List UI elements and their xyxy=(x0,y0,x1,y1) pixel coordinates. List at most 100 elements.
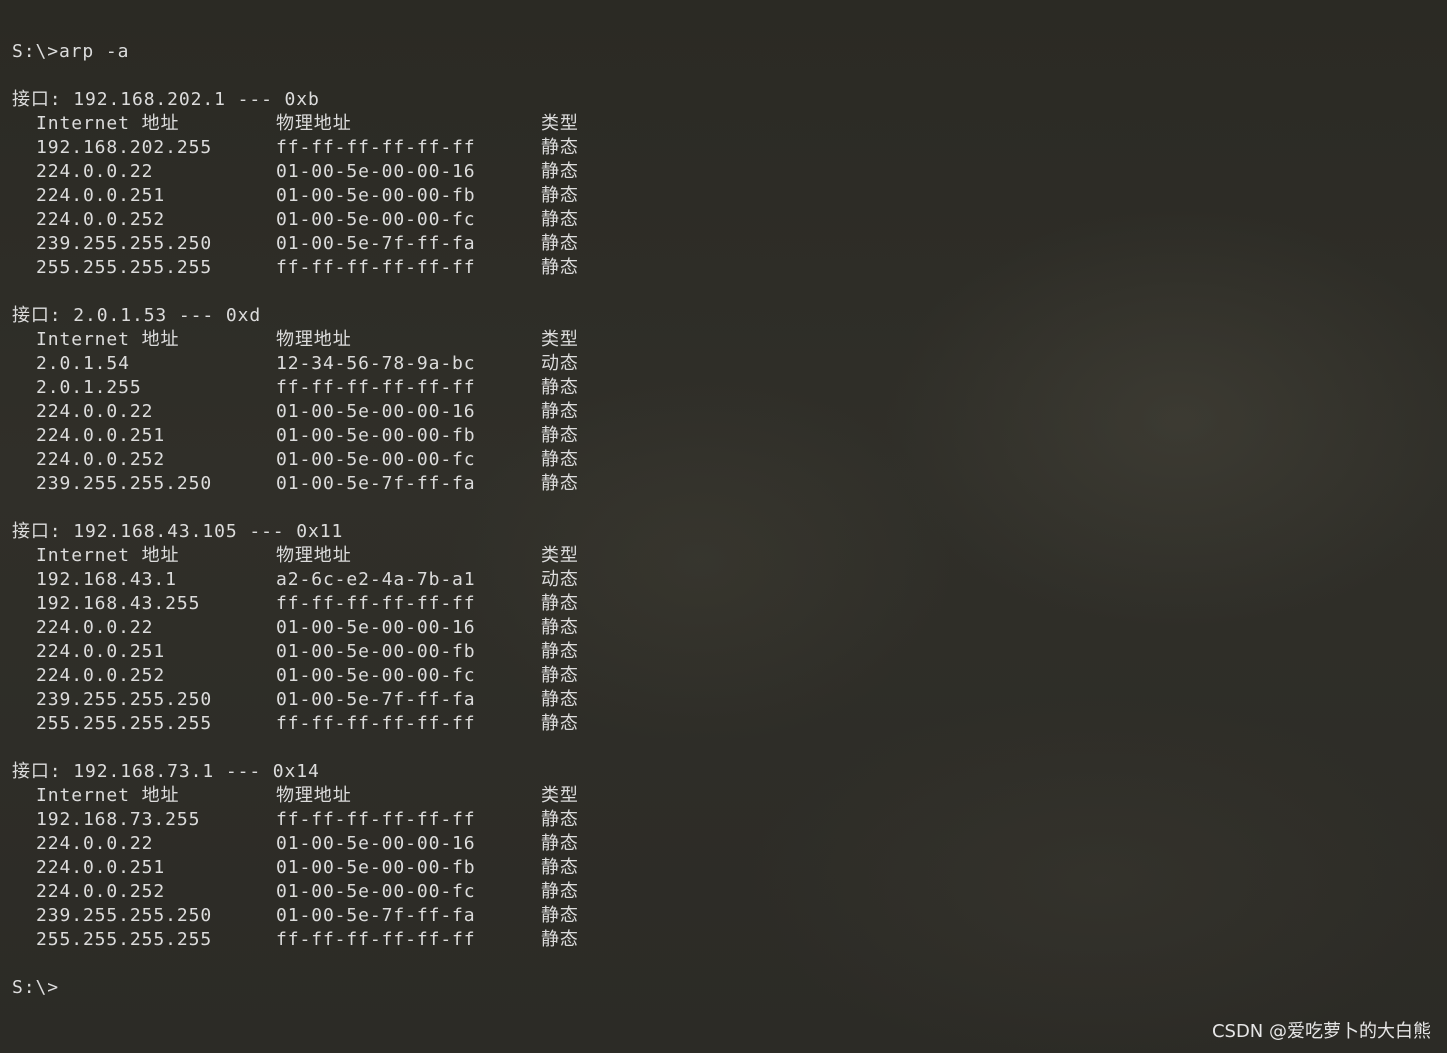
arp-entry-type: 静态 xyxy=(541,857,579,878)
arp-entry-ip: 192.168.43.255 xyxy=(36,593,201,614)
arp-entry-ip: 2.0.1.54 xyxy=(36,353,130,374)
arp-entry-ip: 224.0.0.251 xyxy=(36,185,166,206)
arp-entry-type: 静态 xyxy=(541,833,579,854)
arp-entry-row: 255.255.255.255 ff-ff-ff-ff-ff-ff 静态 xyxy=(12,256,1447,280)
arp-entry-row: 239.255.255.250 01-00-5e-7f-ff-fa 静态 xyxy=(12,232,1447,256)
arp-entry-ip: 239.255.255.250 xyxy=(36,233,213,254)
column-header-mac: 物理地址 xyxy=(276,329,352,350)
arp-entry-mac: 01-00-5e-7f-ff-fa xyxy=(276,473,476,494)
column-header-ip: Internet 地址 xyxy=(36,545,180,566)
column-header-ip: Internet 地址 xyxy=(36,785,180,806)
arp-entry-ip: 224.0.0.252 xyxy=(36,449,166,470)
arp-entry-mac: ff-ff-ff-ff-ff-ff xyxy=(276,929,476,950)
arp-entry-row: 239.255.255.250 01-00-5e-7f-ff-fa 静态 xyxy=(12,472,1447,496)
arp-entry-mac: 01-00-5e-00-00-fb xyxy=(276,185,476,206)
arp-entry-mac: ff-ff-ff-ff-ff-ff xyxy=(276,137,476,158)
interface-header: 接口: 192.168.202.1 --- 0xb xyxy=(12,89,320,110)
arp-entry-row: 239.255.255.250 01-00-5e-7f-ff-fa 静态 xyxy=(12,688,1447,712)
arp-entry-ip: 255.255.255.255 xyxy=(36,713,213,734)
arp-entry-mac: 01-00-5e-00-00-16 xyxy=(276,833,476,854)
interface-header: 接口: 192.168.73.1 --- 0x14 xyxy=(12,761,320,782)
arp-entry-ip: 224.0.0.252 xyxy=(36,209,166,230)
column-header-mac: 物理地址 xyxy=(276,113,352,134)
arp-entry-row: 2.0.1.54 12-34-56-78-9a-bc 动态 xyxy=(12,352,1447,376)
arp-entry-type: 静态 xyxy=(541,449,579,470)
command-prompt[interactable]: S:\> xyxy=(12,976,1447,1000)
arp-entry-mac: ff-ff-ff-ff-ff-ff xyxy=(276,257,476,278)
arp-entry-row: 224.0.0.22 01-00-5e-00-00-16 静态 xyxy=(12,400,1447,424)
column-header-row: Internet 地址 物理地址 类型 xyxy=(12,784,1447,808)
arp-entry-mac: ff-ff-ff-ff-ff-ff xyxy=(276,377,476,398)
arp-entry-type: 静态 xyxy=(541,473,579,494)
arp-entry-mac: 01-00-5e-00-00-fc xyxy=(276,665,476,686)
arp-entry-mac: 01-00-5e-00-00-16 xyxy=(276,617,476,638)
arp-entry-ip: 255.255.255.255 xyxy=(36,929,213,950)
arp-entry-type: 静态 xyxy=(541,593,579,614)
arp-entry-type: 静态 xyxy=(541,617,579,638)
arp-entry-type: 静态 xyxy=(541,641,579,662)
arp-interface-block: 接口: 192.168.43.105 --- 0x11 Internet 地址 物理… xyxy=(12,520,1447,760)
arp-entry-ip: 192.168.43.1 xyxy=(36,569,177,590)
arp-entry-ip: 224.0.0.252 xyxy=(36,665,166,686)
arp-entry-mac: a2-6c-e2-4a-7b-a1 xyxy=(276,569,476,590)
arp-interface-block: 接口: 192.168.73.1 --- 0x14 Internet 地址 物理地址… xyxy=(12,760,1447,976)
arp-entry-row: 224.0.0.252 01-00-5e-00-00-fc 静态 xyxy=(12,880,1447,904)
arp-entry-type: 静态 xyxy=(541,713,579,734)
arp-entry-ip: 224.0.0.251 xyxy=(36,425,166,446)
arp-entry-row: 255.255.255.255 ff-ff-ff-ff-ff-ff 静态 xyxy=(12,928,1447,952)
arp-entry-ip: 2.0.1.255 xyxy=(36,377,142,398)
arp-entry-row: 224.0.0.252 01-00-5e-00-00-fc 静态 xyxy=(12,448,1447,472)
arp-entry-type: 静态 xyxy=(541,665,579,686)
column-header-type: 类型 xyxy=(541,785,579,806)
arp-entry-row: 192.168.43.1 a2-6c-e2-4a-7b-a1 动态 xyxy=(12,568,1447,592)
arp-entry-row: 224.0.0.252 01-00-5e-00-00-fc 静态 xyxy=(12,664,1447,688)
arp-entry-type: 静态 xyxy=(541,881,579,902)
arp-entry-ip: 224.0.0.251 xyxy=(36,857,166,878)
arp-entry-row: 224.0.0.22 01-00-5e-00-00-16 静态 xyxy=(12,832,1447,856)
interface-header: 接口: 192.168.43.105 --- 0x11 xyxy=(12,521,344,542)
column-header-ip: Internet 地址 xyxy=(36,113,180,134)
arp-entry-type: 静态 xyxy=(541,137,579,158)
arp-entry-type: 动态 xyxy=(541,353,579,374)
column-header-row: Internet 地址 物理地址 类型 xyxy=(12,328,1447,352)
column-header-mac: 物理地址 xyxy=(276,545,352,566)
arp-interface-list: 接口: 192.168.202.1 --- 0xb Internet 地址 物理地址… xyxy=(12,88,1447,976)
terminal-output[interactable]: S:\>arp -a 接口: 192.168.202.1 --- 0xb Inte… xyxy=(12,40,1447,1000)
arp-entry-mac: 12-34-56-78-9a-bc xyxy=(276,353,476,374)
column-header-type: 类型 xyxy=(541,545,579,566)
arp-entry-row: 239.255.255.250 01-00-5e-7f-ff-fa 静态 xyxy=(12,904,1447,928)
arp-entry-row: 192.168.202.255 ff-ff-ff-ff-ff-ff 静态 xyxy=(12,136,1447,160)
arp-entry-type: 静态 xyxy=(541,425,579,446)
arp-entry-mac: ff-ff-ff-ff-ff-ff xyxy=(276,713,476,734)
arp-entry-ip: 192.168.73.255 xyxy=(36,809,201,830)
arp-entry-ip: 239.255.255.250 xyxy=(36,473,213,494)
arp-entry-mac: 01-00-5e-00-00-fb xyxy=(276,641,476,662)
arp-entry-type: 静态 xyxy=(541,209,579,230)
arp-entry-row: 224.0.0.22 01-00-5e-00-00-16 静态 xyxy=(12,160,1447,184)
arp-entry-mac: 01-00-5e-00-00-fb xyxy=(276,425,476,446)
arp-entry-mac: 01-00-5e-00-00-16 xyxy=(276,161,476,182)
arp-entry-row: 224.0.0.251 01-00-5e-00-00-fb 静态 xyxy=(12,856,1447,880)
arp-entry-type: 静态 xyxy=(541,377,579,398)
arp-entry-mac: 01-00-5e-7f-ff-fa xyxy=(276,233,476,254)
column-header-row: Internet 地址 物理地址 类型 xyxy=(12,544,1447,568)
arp-entry-row: 224.0.0.22 01-00-5e-00-00-16 静态 xyxy=(12,616,1447,640)
column-header-mac: 物理地址 xyxy=(276,785,352,806)
arp-entry-type: 静态 xyxy=(541,689,579,710)
arp-entry-type: 静态 xyxy=(541,257,579,278)
csdn-watermark: CSDN @爱吃萝卜的大白熊 xyxy=(1211,1021,1431,1042)
arp-entry-mac: 01-00-5e-00-00-fc xyxy=(276,449,476,470)
arp-entry-row: 224.0.0.252 01-00-5e-00-00-fc 静态 xyxy=(12,208,1447,232)
arp-entry-ip: 224.0.0.252 xyxy=(36,881,166,902)
arp-entry-type: 静态 xyxy=(541,929,579,950)
command-line: S:\>arp -a xyxy=(12,41,130,62)
arp-entry-row: 192.168.73.255 ff-ff-ff-ff-ff-ff 静态 xyxy=(12,808,1447,832)
arp-entry-row: 2.0.1.255 ff-ff-ff-ff-ff-ff 静态 xyxy=(12,376,1447,400)
arp-interface-block: 接口: 2.0.1.53 --- 0xd Internet 地址 物理地址 类型 2.0… xyxy=(12,304,1447,520)
arp-entry-row: 255.255.255.255 ff-ff-ff-ff-ff-ff 静态 xyxy=(12,712,1447,736)
